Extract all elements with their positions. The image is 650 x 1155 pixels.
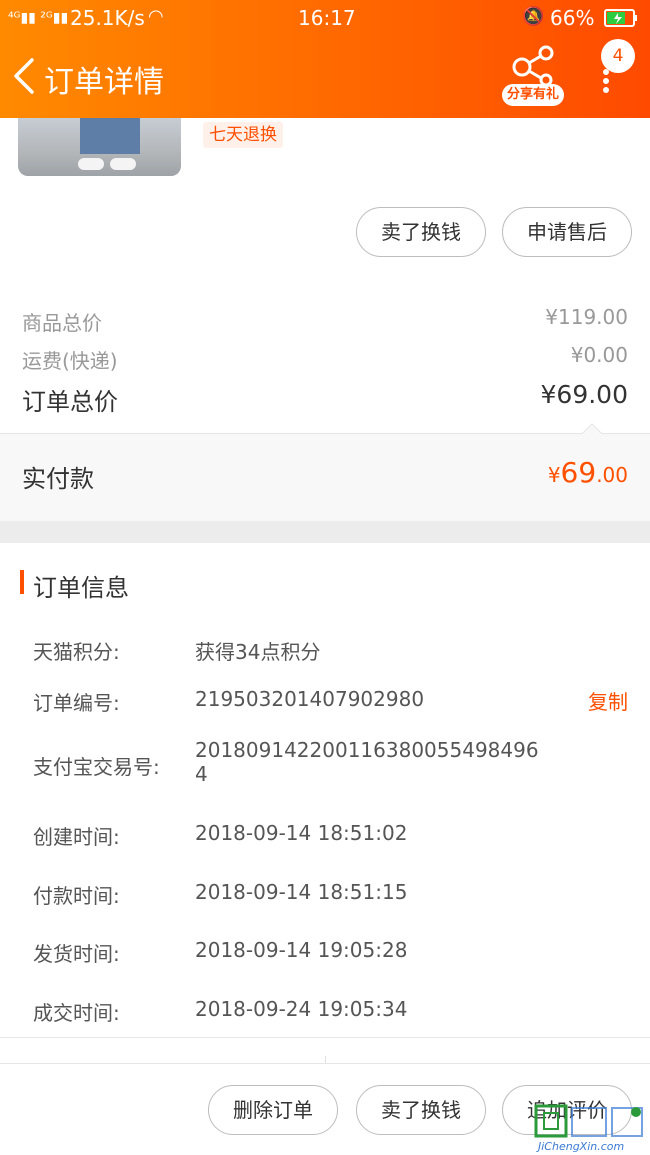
paid-time-label: 付款时间: <box>33 884 120 908</box>
created-time-label: 创建时间: <box>33 825 120 849</box>
divider <box>0 1037 650 1038</box>
order-number-value: 219503201407902980 <box>195 687 425 711</box>
more-vertical-icon[interactable] <box>600 66 612 96</box>
watermark-text: JiChengXin.com <box>538 1140 625 1153</box>
share-gift-label: 分享有礼 <box>502 84 564 106</box>
order-total-value: ¥69.00 <box>540 380 628 409</box>
alipay-trade-value: 2018091422001163800554984964 <box>195 738 539 786</box>
status-time: 16:17 <box>298 6 356 30</box>
shipped-time-label: 发货时间: <box>33 942 120 966</box>
actual-paid-label: 实付款 <box>22 465 94 493</box>
paid-time-value: 2018-09-14 18:51:15 <box>195 880 408 904</box>
sell-for-cash-button[interactable]: 卖了换钱 <box>356 207 486 257</box>
section-accent-bar <box>20 570 24 594</box>
signal-icon: ⁴ᴳ▮▮ ²ᴳ▮▮ <box>8 10 69 26</box>
goods-total-label: 商品总价 <box>22 311 102 335</box>
share-button[interactable]: 分享有礼 <box>500 44 566 108</box>
actual-paid-value: ¥69.00 <box>547 456 628 489</box>
alipay-trade-label: 支付宝交易号: <box>33 755 160 779</box>
share-icon <box>512 45 554 86</box>
points-label: 天猫积分: <box>33 640 120 664</box>
mute-bell-icon: 🔕 <box>522 6 545 27</box>
shipping-value: ¥0.00 <box>570 343 628 367</box>
page-title: 订单详情 <box>44 65 164 100</box>
copy-order-number-button[interactable]: 复制 <box>588 686 628 715</box>
order-total-label: 订单总价 <box>22 388 118 416</box>
net-speed: 25.1K/s <box>70 6 145 30</box>
order-info-title: 订单信息 <box>33 574 129 602</box>
completed-time-label: 成交时间: <box>33 1001 120 1025</box>
order-number-label: 订单编号: <box>33 691 120 715</box>
shipping-label: 运费(快递) <box>22 349 118 373</box>
return-policy-tag: 七天退换 <box>203 122 283 148</box>
top-bar: ⁴ᴳ▮▮ ²ᴳ▮▮ 25.1K/s ◠ 16:17 🔕 66% 订单详情 分享有… <box>0 0 650 118</box>
created-time-value: 2018-09-14 18:51:02 <box>195 821 408 845</box>
wifi-icon: ◠ <box>148 6 164 27</box>
product-thumbnail[interactable] <box>18 118 181 176</box>
apply-after-sale-button[interactable]: 申请售后 <box>502 207 632 257</box>
pointer-caret-icon <box>582 423 602 434</box>
shipped-time-value: 2018-09-14 19:05:28 <box>195 938 408 962</box>
completed-time-value: 2018-09-24 19:05:34 <box>195 997 408 1021</box>
battery-icon <box>604 9 637 27</box>
battery-percent: 66% <box>550 6 595 30</box>
sell-for-cash-button-bottom[interactable]: 卖了换钱 <box>356 1085 486 1135</box>
watermark-emblem-icon <box>534 1104 643 1138</box>
back-arrow-icon[interactable] <box>10 56 40 96</box>
points-value: 获得34点积分 <box>195 640 321 664</box>
watermark-logo: JiChengXin.com <box>532 1102 650 1155</box>
section-divider <box>0 521 650 543</box>
delete-order-button[interactable]: 删除订单 <box>208 1085 338 1135</box>
goods-total-value: ¥119.00 <box>545 305 628 329</box>
